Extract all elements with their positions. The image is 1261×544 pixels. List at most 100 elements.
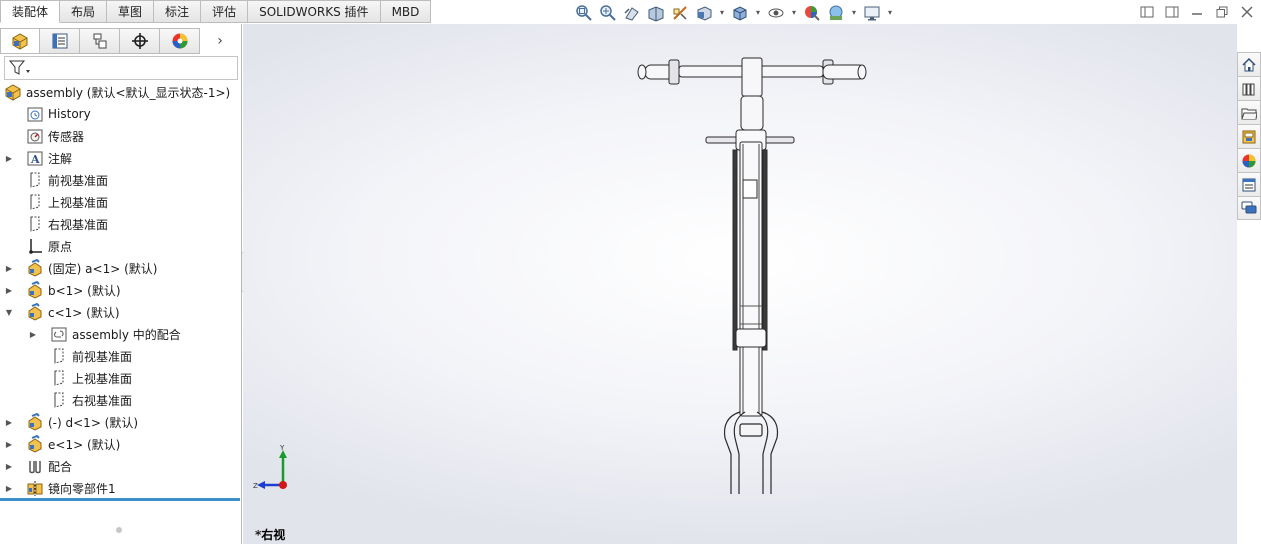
tree-node[interactable]: ▼ c<1> (默认) bbox=[0, 301, 242, 323]
triad-y-label: Y bbox=[279, 444, 285, 452]
expand-arrow-icon[interactable]: ▶ bbox=[4, 462, 14, 471]
plane-icon bbox=[26, 215, 44, 233]
expand-arrow-icon[interactable]: ▶ bbox=[4, 440, 14, 449]
tree-node-label: 前视基准面 bbox=[72, 349, 133, 364]
chevron-right-icon[interactable]: › bbox=[200, 28, 240, 54]
expand-arrow-icon[interactable]: ▶ bbox=[4, 286, 14, 295]
tree-node-label: c<1> (默认) bbox=[48, 305, 120, 320]
expand-arrow-icon[interactable]: ▶ bbox=[4, 484, 14, 493]
display-style-dropdown-icon[interactable]: ▾ bbox=[754, 4, 762, 22]
tree-node-label: assembly 中的配合 bbox=[72, 327, 181, 342]
design-library-icon[interactable] bbox=[1237, 76, 1261, 100]
tree-node[interactable]: 传感器 bbox=[0, 125, 242, 147]
command-tabs: 装配体 布局 草图 标注 评估 SOLIDWORKS 插件 MBD bbox=[0, 0, 432, 23]
part-icon bbox=[26, 259, 44, 277]
tab-mbd[interactable]: MBD bbox=[380, 0, 432, 23]
pane-left-icon[interactable] bbox=[1138, 5, 1155, 19]
tree-node[interactable]: 原点 bbox=[0, 235, 242, 257]
expand-arrow-open-icon[interactable]: ▼ bbox=[4, 308, 14, 317]
mates-folder-icon bbox=[50, 325, 68, 343]
tree-node[interactable]: 上视基准面 bbox=[0, 191, 242, 213]
home-icon[interactable] bbox=[1237, 52, 1261, 76]
tree-node-label: (-) d<1> (默认) bbox=[48, 415, 139, 430]
panel-split-line bbox=[0, 498, 240, 501]
expand-arrow-icon[interactable]: ▶ bbox=[28, 330, 38, 339]
tab-assembly[interactable]: 装配体 bbox=[0, 0, 61, 23]
plane-icon bbox=[50, 347, 68, 365]
edit-appearance-icon[interactable] bbox=[802, 4, 822, 22]
graphics-area[interactable]: Y Z *右视 bbox=[243, 24, 1237, 544]
expand-arrow-icon[interactable]: ▶ bbox=[4, 264, 14, 273]
display-manager-icon[interactable] bbox=[160, 28, 200, 54]
tree-node[interactable]: 上视基准面 bbox=[0, 367, 242, 389]
hide-show-dropdown-icon[interactable]: ▾ bbox=[790, 4, 798, 22]
tree-node[interactable]: assembly (默认<默认_显示状态-1>) bbox=[0, 81, 242, 103]
configuration-manager-icon[interactable] bbox=[80, 28, 120, 54]
tree-node[interactable]: ▶ 镜向零部件1 bbox=[0, 477, 242, 499]
filter-box[interactable] bbox=[4, 56, 238, 80]
tree-node[interactable]: ▶ b<1> (默认) bbox=[0, 279, 242, 301]
dynamic-annotation-icon[interactable] bbox=[670, 4, 690, 22]
tree-node[interactable]: ▶ e<1> (默认) bbox=[0, 433, 242, 455]
hide-show-items-icon[interactable] bbox=[766, 4, 786, 22]
handlebar bbox=[637, 57, 867, 131]
tree-node-label: 上视基准面 bbox=[72, 371, 133, 386]
model-drawing bbox=[637, 57, 867, 494]
forum-icon[interactable] bbox=[1237, 196, 1261, 220]
display-style-icon[interactable] bbox=[730, 4, 750, 22]
restore-icon[interactable] bbox=[1213, 5, 1230, 19]
tree-node[interactable]: ▶ (固定) a<1> (默认) bbox=[0, 257, 242, 279]
view-settings-icon[interactable] bbox=[862, 4, 882, 22]
tab-evaluate[interactable]: 评估 bbox=[201, 0, 249, 23]
pane-right-icon[interactable] bbox=[1163, 5, 1180, 19]
tree-node[interactable]: ▶ 配合 bbox=[0, 455, 242, 477]
close-icon[interactable] bbox=[1238, 5, 1255, 19]
section-view-icon[interactable] bbox=[646, 4, 666, 22]
custom-properties-icon[interactable] bbox=[1237, 172, 1261, 196]
panel-resize-grip[interactable] bbox=[116, 527, 122, 533]
tree-node-label: 右视基准面 bbox=[48, 217, 109, 232]
tree-node[interactable]: 右视基准面 bbox=[0, 389, 242, 411]
minimize-icon[interactable] bbox=[1188, 5, 1205, 19]
front-fork bbox=[723, 411, 779, 494]
tab-addins[interactable]: SOLIDWORKS 插件 bbox=[248, 0, 381, 23]
part-icon bbox=[26, 413, 44, 431]
apply-scene-dropdown-icon[interactable]: ▾ bbox=[850, 4, 858, 22]
view-palette-icon[interactable] bbox=[1237, 124, 1261, 148]
tree-node[interactable]: ▶ assembly 中的配合 bbox=[0, 323, 242, 345]
tab-sketch[interactable]: 草图 bbox=[107, 0, 155, 23]
view-orientation-dropdown-icon[interactable]: ▾ bbox=[718, 4, 726, 22]
tree-node[interactable]: History bbox=[0, 103, 242, 125]
heads-up-toolbar: ▾ ▾ ▾ ▾ ▾ bbox=[574, 4, 894, 22]
filter-icon[interactable] bbox=[8, 59, 32, 77]
tree-node-label: 注解 bbox=[48, 151, 73, 166]
tree-node[interactable]: 前视基准面 bbox=[0, 345, 242, 367]
tree-node-label: (固定) a<1> (默认) bbox=[48, 261, 158, 276]
property-manager-icon[interactable] bbox=[40, 28, 80, 54]
tree-node[interactable]: ▶ A 注解 bbox=[0, 147, 242, 169]
plane-icon bbox=[50, 391, 68, 409]
tab-markup[interactable]: 标注 bbox=[154, 0, 202, 23]
tab-layout[interactable]: 布局 bbox=[60, 0, 108, 23]
steering-column bbox=[705, 129, 795, 417]
tree-node-label: 配合 bbox=[48, 459, 73, 474]
tree-node[interactable]: 前视基准面 bbox=[0, 169, 242, 191]
feature-manager-icon[interactable] bbox=[0, 28, 40, 54]
tree-node[interactable]: 右视基准面 bbox=[0, 213, 242, 235]
file-explorer-icon[interactable] bbox=[1237, 100, 1261, 124]
previous-view-icon[interactable] bbox=[622, 4, 642, 22]
origin-icon bbox=[26, 237, 44, 255]
part-icon bbox=[26, 303, 44, 321]
expand-arrow-icon[interactable]: ▶ bbox=[4, 418, 14, 427]
apply-scene-icon[interactable] bbox=[826, 4, 846, 22]
appearances-icon[interactable] bbox=[1237, 148, 1261, 172]
tree-node[interactable]: ▶ (-) d<1> (默认) bbox=[0, 411, 242, 433]
expand-arrow-icon[interactable]: ▶ bbox=[4, 154, 14, 163]
dimxpert-icon[interactable] bbox=[120, 28, 160, 54]
view-settings-dropdown-icon[interactable]: ▾ bbox=[886, 4, 894, 22]
zoom-to-area-icon[interactable] bbox=[598, 4, 618, 22]
tree-node-label: 上视基准面 bbox=[48, 195, 109, 210]
zoom-to-fit-icon[interactable] bbox=[574, 4, 594, 22]
feature-manager-panel: › assembly (默认<默认_显示状态-1>) History 传感器 ▶ A 注解… bbox=[0, 24, 242, 544]
view-orientation-icon[interactable] bbox=[694, 4, 714, 22]
